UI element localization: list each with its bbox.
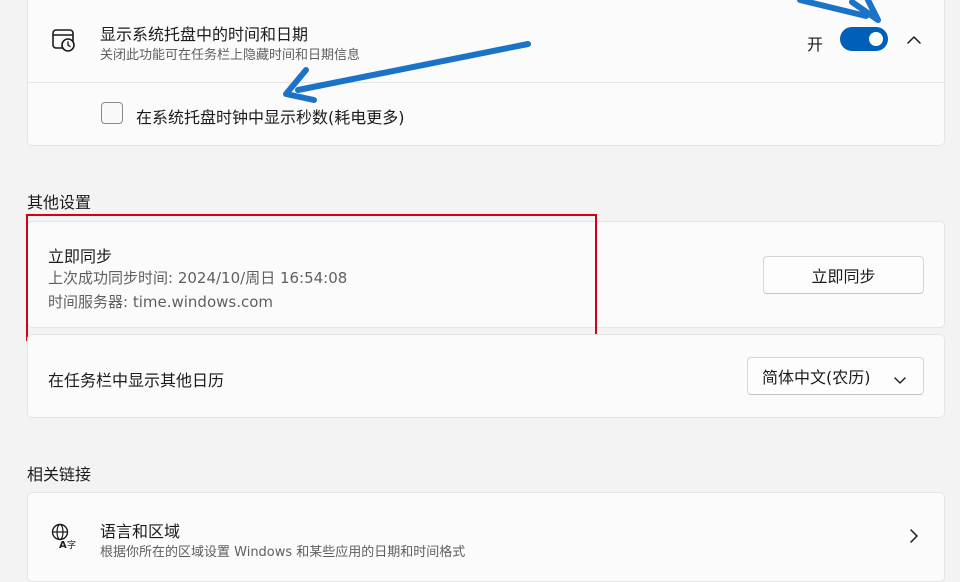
toggle-state-label: 开 xyxy=(807,35,824,54)
language-region-title: 语言和区域 xyxy=(100,522,181,541)
language-region-description: 根据你所在的区域设置 Windows 和某些应用的日期和时间格式 xyxy=(100,545,466,560)
related-links-header: 相关链接 xyxy=(27,465,92,484)
sync-now-button[interactable]: 立即同步 xyxy=(763,256,924,294)
clock-settings-divider xyxy=(28,82,944,83)
toggle-knob xyxy=(869,32,883,46)
other-settings-header: 其他设置 xyxy=(27,193,92,212)
svg-text:A: A xyxy=(59,540,67,550)
clock-toggle-switch[interactable] xyxy=(840,27,888,51)
calendar-dropdown-value: 简体中文(农历) xyxy=(762,368,871,387)
chevron-right-icon xyxy=(907,527,921,545)
chevron-up-icon[interactable] xyxy=(905,32,923,46)
calendar-dropdown[interactable]: 简体中文(农历) xyxy=(747,357,924,395)
language-region-icon: A 字 xyxy=(50,522,78,551)
highlight-box xyxy=(26,214,597,341)
calendar-clock-icon xyxy=(51,27,77,53)
show-seconds-checkbox[interactable] xyxy=(101,102,123,124)
svg-text:字: 字 xyxy=(67,539,76,550)
clock-setting-title: 显示系统托盘中的时间和日期 xyxy=(100,25,309,44)
chevron-down-icon xyxy=(893,371,907,384)
show-seconds-label: 在系统托盘时钟中显示秒数(耗电更多) xyxy=(136,108,405,127)
clock-setting-description: 关闭此功能可在任务栏上隐藏时间和日期信息 xyxy=(100,48,361,63)
calendar-label: 在任务栏中显示其他日历 xyxy=(48,371,225,390)
